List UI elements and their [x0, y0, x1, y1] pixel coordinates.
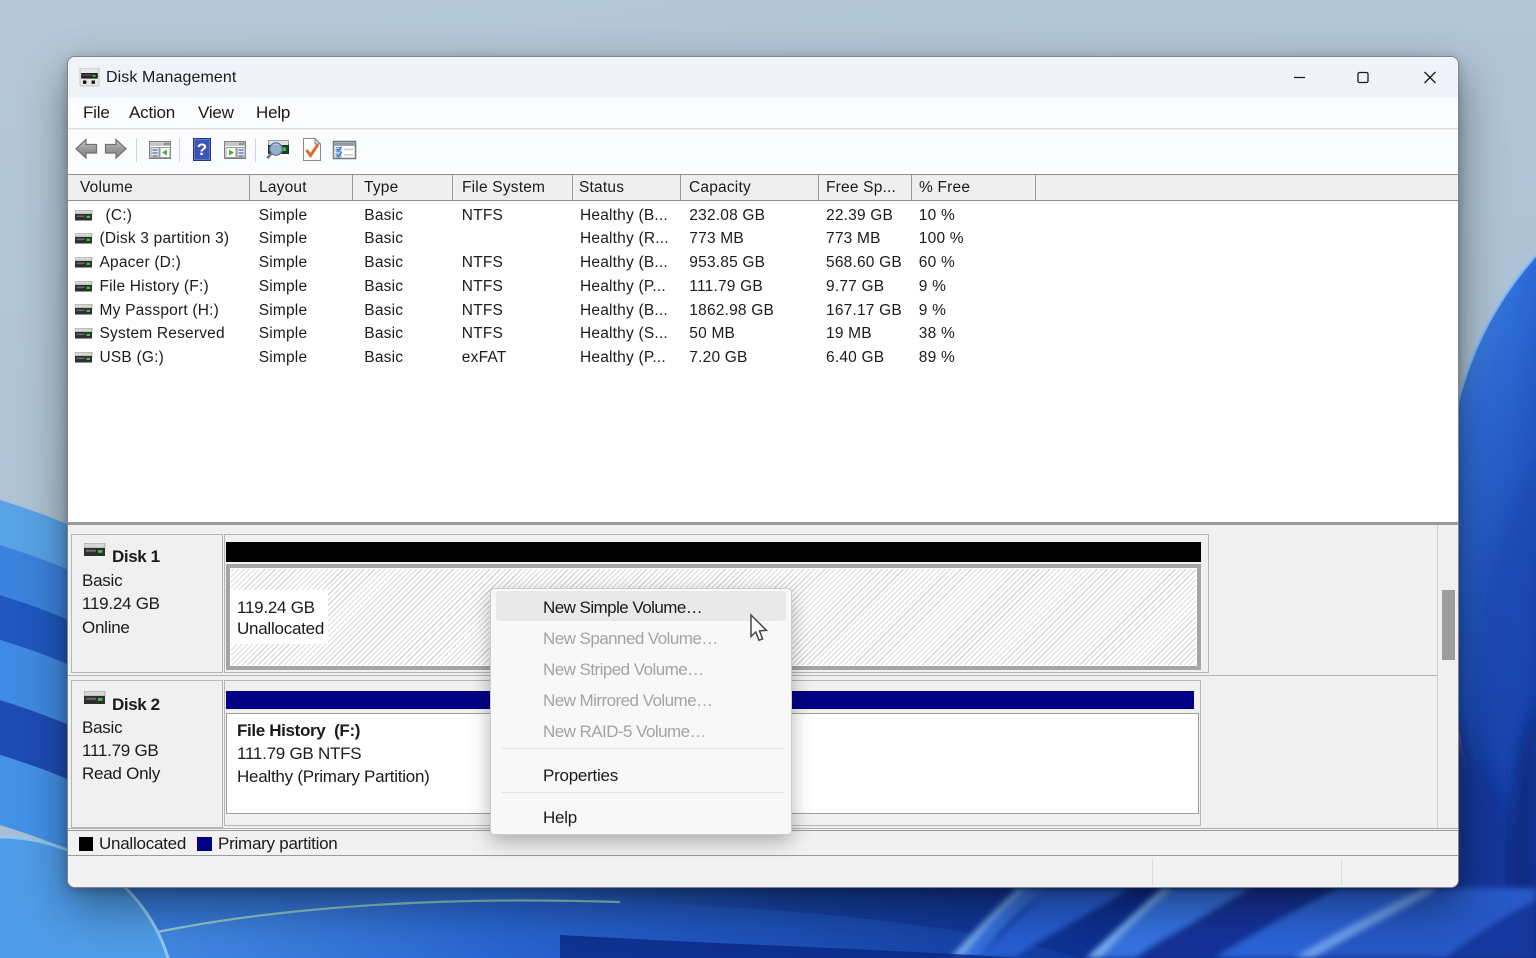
svg-text:?: ? — [197, 140, 207, 159]
